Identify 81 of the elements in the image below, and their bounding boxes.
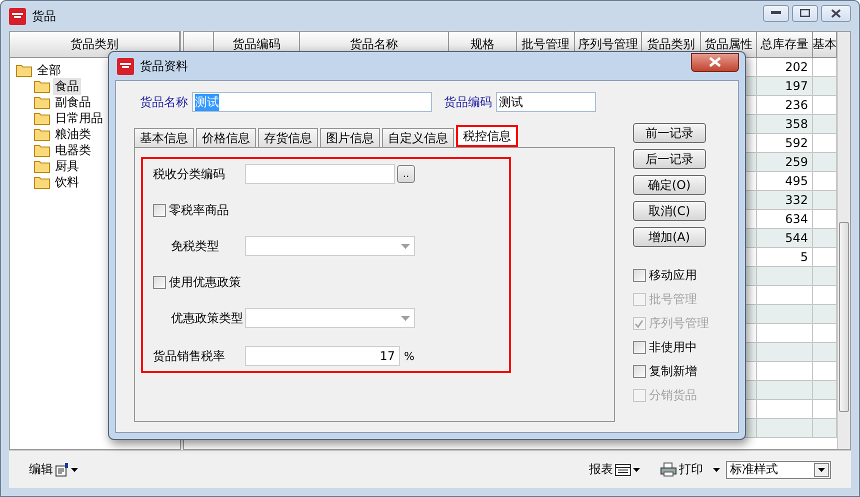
tree-item[interactable]: 副食品 [53, 94, 93, 110]
checkbox[interactable] [632, 365, 646, 378]
unit-label: % [404, 350, 414, 362]
field-label: 货品销售税率 [153, 348, 226, 364]
tab[interactable]: 基本信息 [134, 128, 194, 147]
checkbox-label: 非使用中 [648, 339, 697, 356]
folder-icon [34, 80, 50, 92]
app-logo-icon [9, 8, 26, 24]
field-label: 税收分类编码 [153, 166, 226, 182]
dropdown-arrow-icon [401, 316, 410, 320]
checkbox-label: 移动应用 [648, 267, 697, 284]
tree-item[interactable]: 食品 [53, 78, 81, 94]
caret-icon [713, 468, 720, 472]
dialog-button[interactable]: 确定(O) [632, 175, 706, 195]
style-dropdown[interactable]: 标准样式 [726, 460, 831, 478]
close-button[interactable] [691, 52, 739, 72]
column-header[interactable]: 基本 [813, 32, 837, 58]
edit-icon [55, 462, 69, 476]
checkbox[interactable] [632, 341, 646, 354]
tab[interactable]: 自定义信息 [382, 128, 454, 147]
tree-item[interactable]: 电器类 [53, 142, 93, 158]
folder-icon [34, 128, 50, 140]
field-label: 货品编码 [444, 94, 492, 110]
checkbox-label: 分销货品 [648, 387, 697, 404]
caret-icon [818, 468, 825, 472]
edit-button[interactable]: 编辑 [29, 461, 78, 478]
dropdown-field[interactable] [245, 308, 415, 328]
tree-item[interactable]: 粮油类 [53, 126, 93, 142]
tab[interactable]: 存货信息 [258, 128, 318, 147]
dialog-button[interactable]: 取消(C) [632, 201, 706, 221]
dialog-button[interactable]: 前一记录 [632, 123, 706, 143]
input-field[interactable] [245, 164, 395, 184]
printer-icon [660, 462, 677, 477]
checkbox-label: 复制新增 [648, 363, 697, 380]
input-field[interactable]: 17 [245, 346, 400, 366]
checkbox-label: 使用优惠政策 [169, 274, 241, 290]
checkbox-label: 批号管理 [648, 291, 697, 308]
app-logo-icon [117, 58, 134, 74]
folder-icon [34, 112, 50, 124]
caret-icon [633, 468, 640, 472]
dialog-button[interactable]: 增加(A) [632, 227, 706, 247]
checkbox[interactable] [153, 276, 166, 288]
browse-button[interactable]: .. [397, 165, 415, 183]
close-icon [708, 57, 722, 67]
dialog-button[interactable]: 后一记录 [632, 149, 706, 169]
close-icon [831, 8, 841, 18]
window-title: 货品 [32, 8, 56, 24]
field-label: 优惠政策类型 [170, 310, 244, 326]
tab[interactable]: 价格信息 [196, 128, 256, 147]
checkbox[interactable] [632, 269, 646, 282]
folder-icon [34, 144, 50, 156]
minimize-icon [771, 11, 781, 15]
caret-icon [71, 468, 78, 472]
dialog-title: 货品资料 [140, 58, 188, 74]
input-field[interactable]: 测试 [496, 92, 596, 112]
checkbox-label: 序列号管理 [648, 315, 709, 332]
folder-icon [34, 176, 50, 188]
folder-icon [16, 64, 32, 76]
field-label: 货品名称 [140, 94, 188, 110]
column-header[interactable]: 总库存量 [757, 32, 813, 58]
dropdown-field[interactable] [245, 236, 415, 256]
report-button[interactable]: 报表 [589, 461, 640, 478]
tree-item[interactable]: 全部 [35, 62, 63, 78]
tree-item[interactable]: 厨具 [53, 158, 81, 174]
dropdown-arrow-icon [401, 244, 410, 248]
maximize-button[interactable] [792, 4, 818, 22]
folder-icon [34, 160, 50, 172]
tab[interactable]: 税控信息 [456, 125, 518, 147]
tree-item[interactable]: 日常用品 [53, 110, 105, 126]
minimize-button[interactable] [763, 4, 789, 22]
maximize-icon [800, 9, 810, 17]
report-icon [615, 464, 631, 476]
tab[interactable]: 图片信息 [320, 128, 380, 147]
print-button[interactable]: 打印 [660, 461, 720, 478]
field-label: 免税类型 [170, 238, 220, 254]
folder-icon [34, 96, 50, 108]
tree-item[interactable]: 饮料 [53, 174, 81, 190]
checkbox-label: 零税率商品 [169, 202, 229, 218]
scrollbar[interactable] [837, 32, 850, 449]
close-button[interactable] [821, 4, 851, 22]
checkbox[interactable] [153, 204, 166, 216]
